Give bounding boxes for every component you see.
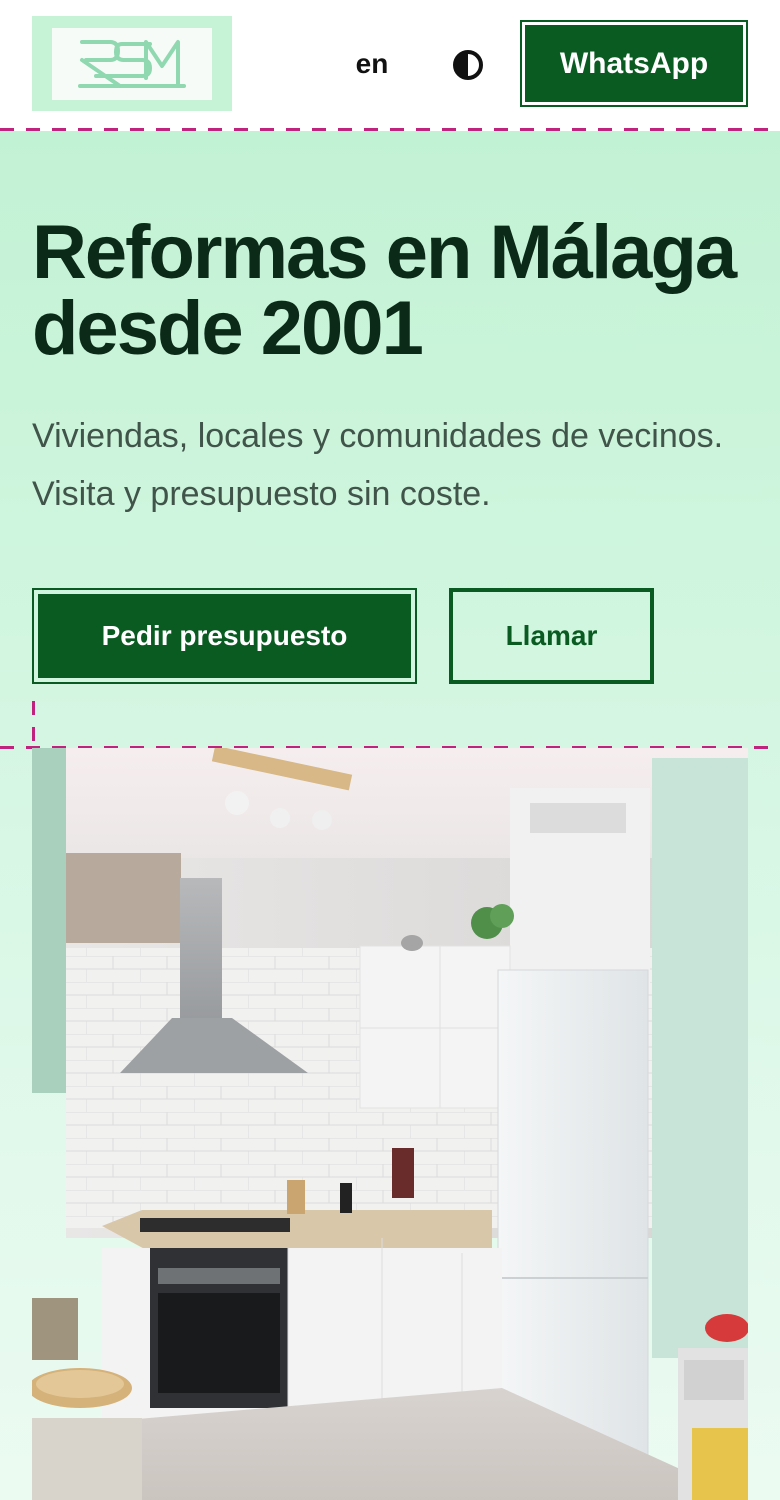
rsm-logo-icon xyxy=(78,39,186,88)
contrast-toggle-button[interactable] xyxy=(447,44,489,86)
site-header: en WhatsApp xyxy=(0,0,780,130)
logo-mark xyxy=(52,27,212,100)
site-logo[interactable] xyxy=(32,16,232,111)
call-button[interactable]: Llamar xyxy=(449,588,654,684)
kitchen-illustration xyxy=(32,748,748,1500)
whatsapp-button-label: WhatsApp xyxy=(525,25,743,102)
focus-outline-marker xyxy=(32,701,35,749)
contrast-icon xyxy=(453,50,483,80)
request-quote-button[interactable]: Pedir presupuesto xyxy=(32,588,417,684)
language-switcher[interactable]: en xyxy=(340,42,404,86)
hero-title: Reformas en Málaga desde 2001 xyxy=(32,210,737,371)
hero-subtitle: Viviendas, locales y comunidades de veci… xyxy=(32,417,724,513)
request-quote-label: Pedir presupuesto xyxy=(38,594,411,678)
hero-kitchen-photo xyxy=(32,748,748,1500)
whatsapp-button[interactable]: WhatsApp xyxy=(520,20,748,107)
